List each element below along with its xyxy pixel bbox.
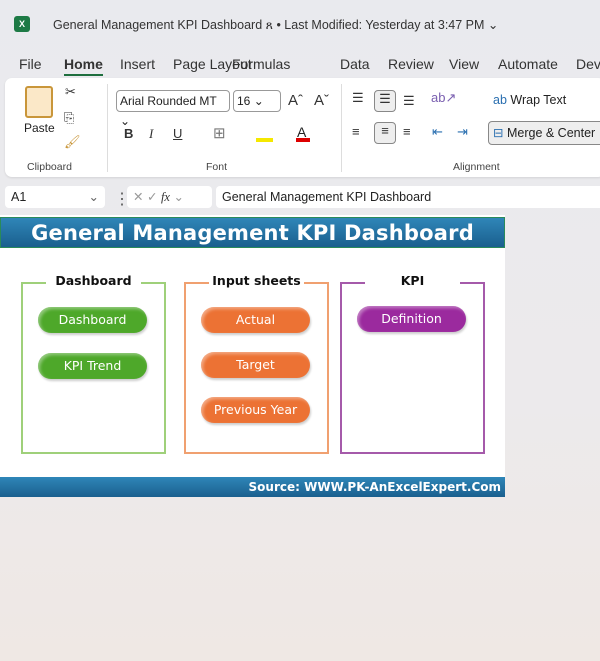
menu-tab-home[interactable]: Home	[64, 56, 103, 76]
nav-button-previous-year[interactable]: Previous Year	[201, 397, 310, 423]
group-title: KPI	[400, 273, 425, 288]
orientation-icon[interactable]: ab↗	[431, 90, 456, 106]
increase-indent-icon[interactable]: ⇥	[457, 124, 468, 140]
enter-icon[interactable]: ✓	[147, 190, 157, 204]
excel-icon: X	[14, 16, 30, 32]
menu-tab-file[interactable]: File	[19, 56, 42, 72]
merge-center-button[interactable]: ⊟ Merge & Center	[488, 121, 600, 145]
align-center-icon[interactable]: ≡	[374, 122, 396, 144]
alignment-group-label: Alignment	[453, 161, 500, 173]
menu-tab-automate[interactable]: Automate	[498, 56, 558, 72]
menu-tab-data[interactable]: Data	[340, 56, 370, 72]
italic-button[interactable]: I	[149, 126, 153, 142]
paste-button[interactable]: Paste	[24, 121, 55, 135]
decrease-indent-icon[interactable]: ⇤	[432, 124, 443, 140]
nav-button-target[interactable]: Target	[201, 352, 310, 378]
font-size-select[interactable]: 16 ⌄	[233, 90, 281, 112]
align-left-icon[interactable]: ≡	[352, 124, 360, 139]
menu-tab-view[interactable]: View	[449, 56, 479, 72]
align-right-icon[interactable]: ≡	[403, 124, 411, 139]
nav-button-kpi-trend[interactable]: KPI Trend	[38, 353, 147, 379]
copy-icon[interactable]: ⎘	[64, 110, 74, 126]
fill-color-icon[interactable]	[256, 138, 273, 142]
menu-tab-insert[interactable]: Insert	[120, 56, 155, 72]
format-painter-icon[interactable]: 🖌	[64, 134, 81, 150]
merge-icon: ⊟	[493, 126, 504, 140]
group-title: Dashboard	[55, 273, 132, 288]
wrap-text-button[interactable]: ab Wrap Text	[493, 93, 566, 107]
align-middle-icon[interactable]: ☰	[374, 90, 396, 112]
increase-font-icon[interactable]: Aˆ	[288, 92, 303, 109]
align-top-icon[interactable]: ☰	[352, 90, 364, 106]
clipboard-group-label: Clipboard	[27, 161, 72, 173]
divider	[341, 84, 342, 172]
formula-controls: ✕ ✓ fx ⌄	[127, 186, 212, 208]
share-icon: ጸ	[265, 18, 273, 32]
menu-tab-review[interactable]: Review	[388, 56, 434, 72]
divider	[107, 84, 108, 172]
cancel-icon[interactable]: ✕	[133, 190, 143, 204]
insert-function-button[interactable]: fx	[161, 190, 170, 204]
wrap-text-icon: ab	[493, 93, 507, 107]
font-group-label: Font	[206, 161, 228, 173]
nav-button-actual[interactable]: Actual	[201, 307, 310, 333]
chevron-down-icon: ⌄	[487, 18, 499, 32]
paste-icon[interactable]	[25, 86, 53, 118]
source-footer: Source: WWW.PK-AnExcelExpert.Com	[0, 477, 505, 497]
cut-icon[interactable]: ✂	[65, 84, 76, 100]
menu-tab-dev[interactable]: Dev	[576, 56, 600, 72]
align-bottom-icon[interactable]: ☰	[403, 93, 415, 109]
group-title: Input sheets	[212, 273, 301, 288]
name-box[interactable]: A1 ⌄	[5, 186, 105, 208]
nav-button-definition[interactable]: Definition	[357, 306, 466, 332]
borders-icon[interactable]: ⊞	[213, 124, 226, 142]
formula-input[interactable]: General Management KPI Dashboard	[216, 186, 600, 208]
decrease-font-icon[interactable]: Aˇ	[314, 92, 329, 109]
bold-button[interactable]: B	[124, 126, 133, 141]
menu-tab-formulas[interactable]: Formulas	[232, 56, 290, 72]
window-title[interactable]: General Management KPI Dashboard ጸ • Las…	[53, 17, 498, 33]
chevron-down-icon: ⌄	[88, 190, 99, 204]
font-name-select[interactable]: Arial Rounded MT ⌄	[116, 90, 230, 128]
font-color-swatch	[296, 138, 310, 142]
underline-button[interactable]: U	[173, 126, 182, 141]
dashboard-header[interactable]: General Management KPI Dashboard	[0, 217, 505, 248]
nav-button-dashboard[interactable]: Dashboard	[38, 307, 147, 333]
